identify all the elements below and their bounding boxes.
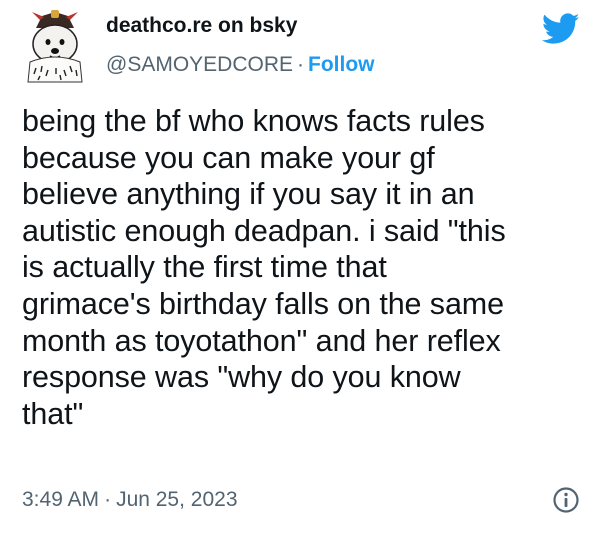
tweet-time: 3:49 AM — [22, 488, 100, 511]
tweet-date: Jun 25, 2023 — [116, 488, 238, 511]
avatar[interactable] — [22, 8, 88, 84]
twitter-bird-icon[interactable] — [541, 13, 580, 45]
author-info: deathco.re on bsky @SAMOYEDCORE · Follow — [106, 13, 520, 78]
tweet-card: deathco.re on bsky @SAMOYEDCORE · Follow b… — [0, 0, 600, 534]
samoyed-dog-avatar-icon — [27, 10, 83, 83]
tweet-text: being the bf who knows facts rules becau… — [22, 104, 506, 431]
tweet-timestamp[interactable]: 3:49 AM · Jun 25, 2023 — [22, 487, 238, 513]
display-name[interactable]: deathco.re on bsky — [106, 13, 520, 39]
follow-button[interactable]: Follow — [308, 53, 375, 76]
handle-row: @SAMOYEDCORE · Follow — [106, 52, 520, 78]
handle[interactable]: @SAMOYEDCORE — [106, 53, 293, 76]
info-icon[interactable] — [552, 486, 580, 514]
handle-separator: · — [297, 53, 305, 76]
timestamp-separator: · — [104, 488, 112, 511]
